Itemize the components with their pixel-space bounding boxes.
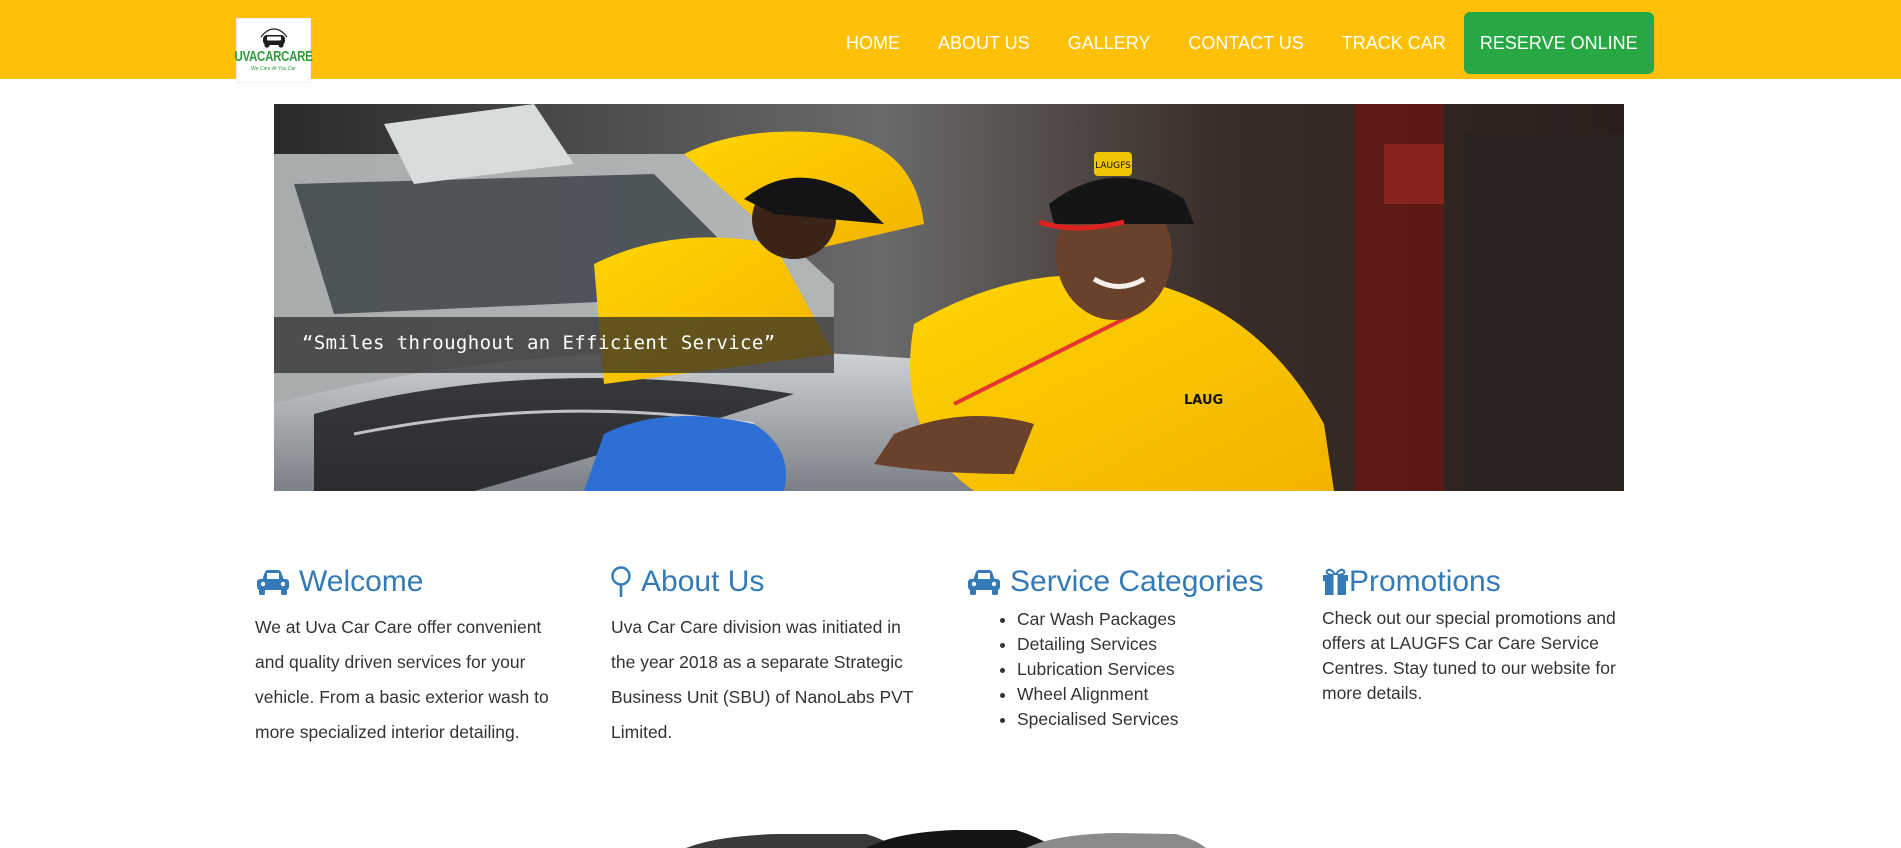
nav-gallery-link[interactable]: GALLERY [1068,33,1151,54]
cap-logo-text: LAUGFS [1095,161,1131,171]
welcome-section: Welcome We at Uva Car Care offer conveni… [255,562,575,750]
welcome-text: We at Uva Car Care offer convenient and … [255,617,549,742]
service-item: Specialised Services [1017,707,1286,732]
nav-home-link[interactable]: HOME [846,33,900,54]
about-text: Uva Car Care division was initiated in t… [611,617,914,742]
services-title: Service Categories [1010,565,1264,598]
hero-caption-text: “Smiles throughout an Efficient Service” [302,332,776,354]
promotions-heading: Promotions [1322,562,1642,602]
service-item: Detailing Services [1017,632,1286,657]
services-heading: Service Categories [966,562,1286,602]
promotions-section: Promotions Check out our special promoti… [1322,562,1642,706]
reserve-online-button[interactable]: RESERVE ONLINE [1463,12,1654,74]
gift-icon [1322,568,1349,596]
nav-contact-link[interactable]: CONTACT US [1188,33,1303,54]
service-item: Lubrication Services [1017,657,1286,682]
hero-image: LAUGFS LAUG [274,104,1624,491]
top-navbar: UVACARCARE We Care At You Car HOME ABOUT… [0,0,1901,83]
about-section: About Us Uva Car Care division was initi… [611,562,931,750]
services-section: Service Categories Car Wash Packages Det… [966,562,1286,732]
logo-tagline: We Care At You Car [251,66,296,72]
about-heading: About Us [611,562,931,602]
nav-about-link[interactable]: ABOUT US [938,33,1030,54]
about-title: About Us [641,565,765,598]
hero-banner: LAUGFS LAUG “Smiles throughout an Effici… [274,104,1624,491]
welcome-title: Welcome [299,565,424,598]
promotions-text: Check out our special promotions and off… [1322,608,1616,703]
services-list: Car Wash Packages Detailing Services Lub… [966,607,1286,732]
hero-caption: “Smiles throughout an Efficient Service” [274,317,834,373]
brand-logo[interactable]: UVACARCARE We Care At You Car [234,18,313,83]
shirt-logo-text: LAUG [1184,393,1223,408]
car-icon [966,568,1002,596]
nav-track-car-link[interactable]: TRACK CAR [1342,33,1446,54]
cars-image-peek [686,830,1206,848]
promotions-title: Promotions [1349,565,1501,598]
map-marker-icon [610,566,632,598]
logo-car-icon [260,28,287,48]
nav-menu: HOME ABOUT US GALLERY CONTACT US TRACK C… [846,12,1654,74]
welcome-heading: Welcome [255,562,575,602]
logo-wordmark: UVACARCARE [234,49,313,65]
service-item: Wheel Alignment [1017,682,1286,707]
service-item: Car Wash Packages [1017,607,1286,632]
car-icon [255,568,291,596]
